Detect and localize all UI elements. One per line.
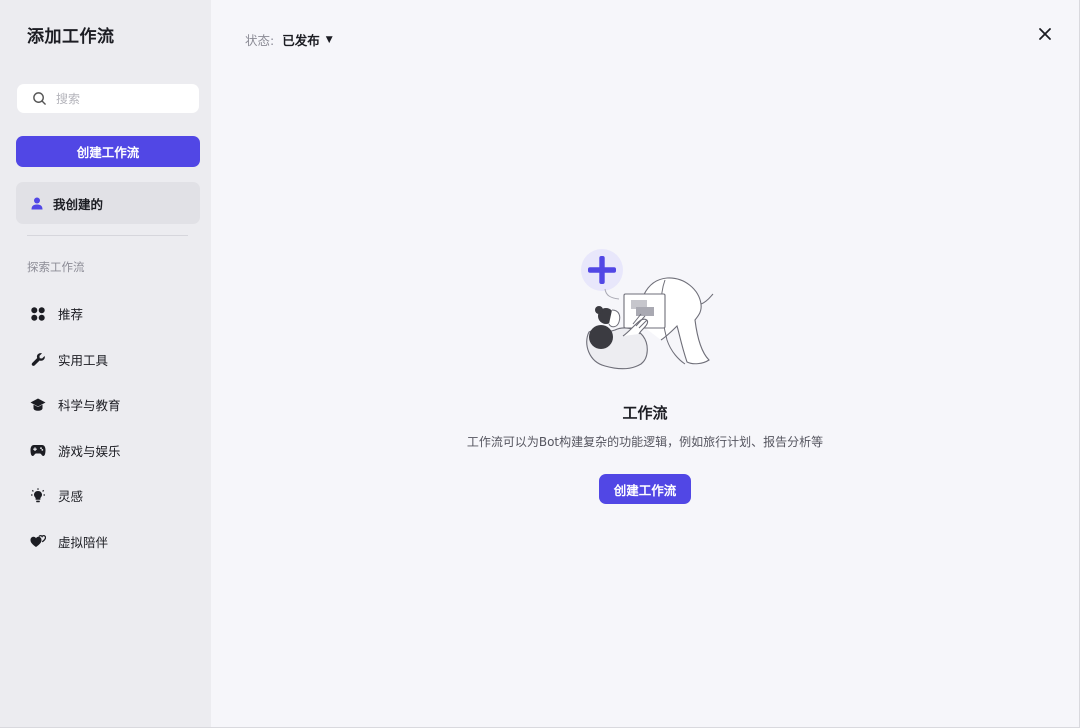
graduation-cap-icon <box>30 397 46 413</box>
gamepad-icon <box>30 442 46 458</box>
empty-state: 工作流 工作流可以为Bot构建复杂的功能逻辑，例如旅行计划、报告分析等 创建工作… <box>211 244 1079 504</box>
sidebar-item-virtual-companion[interactable]: 虚拟陪伴 <box>16 523 200 560</box>
sidebar-item-games-entertainment[interactable]: 游戏与娱乐 <box>16 432 200 469</box>
sidebar-item-label: 科学与教育 <box>58 398 121 413</box>
search-icon <box>33 92 46 105</box>
sidebar-item-label: 我创建的 <box>53 196 104 212</box>
caret-down-icon: ▼ <box>325 34 333 45</box>
add-workflow-dialog: 添加工作流 创建工作流 我创建的 探索工作流 <box>0 0 1080 728</box>
sidebar-item-inspiration[interactable]: 灵感 <box>16 477 200 514</box>
sidebar: 添加工作流 创建工作流 我创建的 探索工作流 <box>0 0 211 727</box>
sidebar-item-my-created[interactable]: 我创建的 <box>16 182 200 224</box>
search-input[interactable] <box>54 90 188 107</box>
search-box[interactable] <box>17 84 199 113</box>
category-list: 推荐 实用工具 科学与教育 游戏与娱乐 灵感 虚拟陪伴 <box>16 295 200 568</box>
sidebar-item-label: 实用工具 <box>58 352 109 368</box>
dialog-title: 添加工作流 <box>27 27 115 47</box>
divider <box>27 235 188 236</box>
create-workflow-button-sidebar[interactable]: 创建工作流 <box>16 136 200 167</box>
sidebar-item-label: 推荐 <box>58 307 84 322</box>
create-workflow-button[interactable]: 创建工作流 <box>598 474 692 504</box>
sidebar-item-label: 灵感 <box>58 489 84 504</box>
sidebar-item-science-education[interactable]: 科学与教育 <box>16 386 200 423</box>
grid-icon <box>30 306 46 322</box>
sidebar-item-recommend[interactable]: 推荐 <box>16 295 200 332</box>
main-panel: 状态: 已发布 ▼ 工作流 工作流可以为Bot构建复杂的功能逻辑，例如旅行计划、… <box>211 0 1079 727</box>
workflow-illustration <box>581 249 714 370</box>
section-label-explore: 探索工作流 <box>27 260 85 274</box>
empty-state-description: 工作流可以为Bot构建复杂的功能逻辑，例如旅行计划、报告分析等 <box>466 435 824 449</box>
user-icon <box>31 197 43 209</box>
empty-state-title: 工作流 <box>622 404 668 422</box>
hearts-icon <box>30 533 46 549</box>
status-filter-dropdown[interactable]: 状态: 已发布 ▼ <box>245 30 333 49</box>
sidebar-item-label: 虚拟陪伴 <box>58 534 109 550</box>
lightbulb-icon <box>30 487 46 504</box>
status-value: 已发布 <box>282 33 320 48</box>
sidebar-item-utilities[interactable]: 实用工具 <box>16 341 200 378</box>
status-label: 状态: <box>245 33 275 48</box>
sidebar-item-label: 游戏与娱乐 <box>58 443 121 459</box>
wrench-icon <box>30 351 46 367</box>
close-icon[interactable] <box>1035 24 1055 44</box>
